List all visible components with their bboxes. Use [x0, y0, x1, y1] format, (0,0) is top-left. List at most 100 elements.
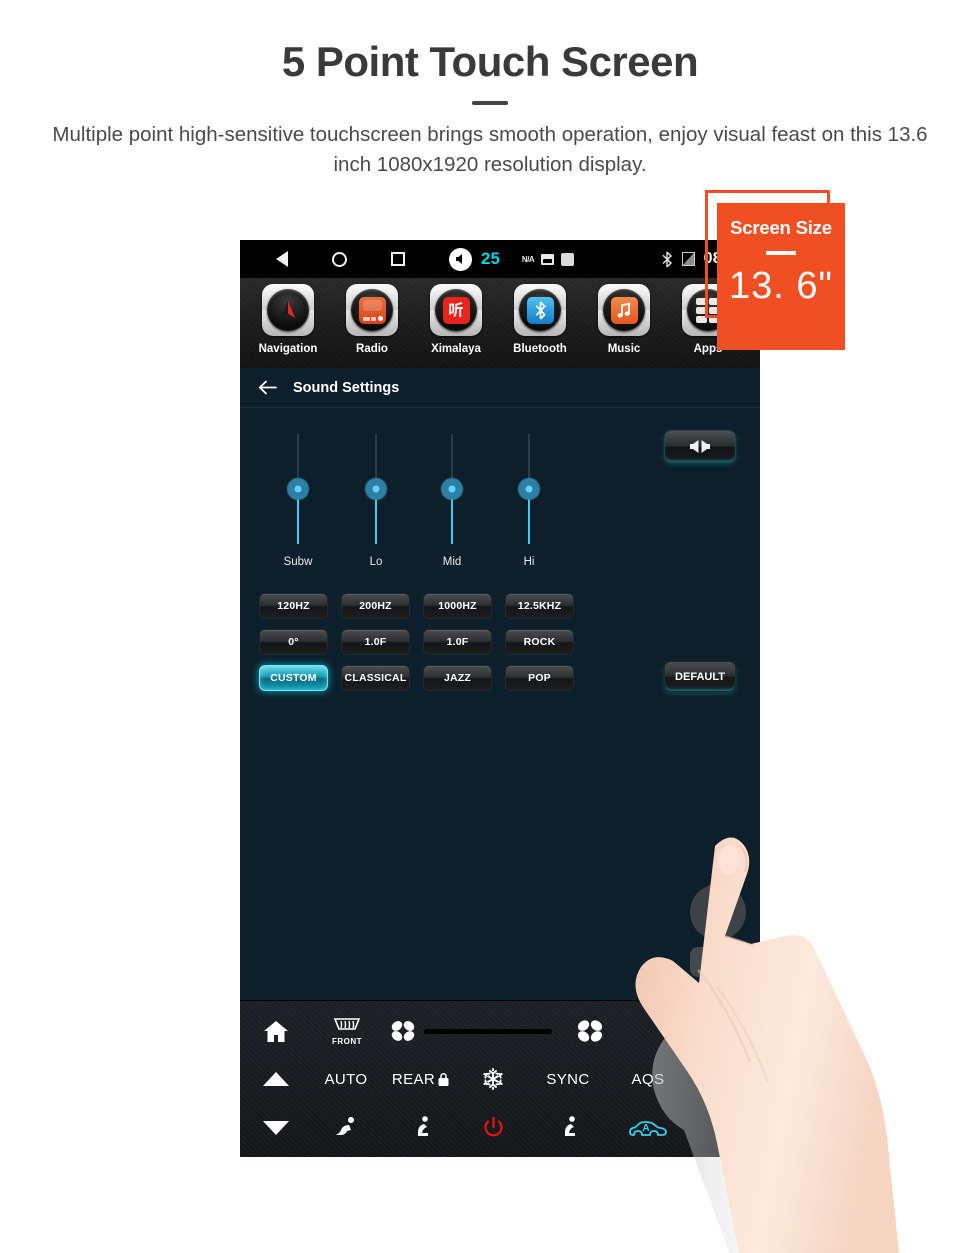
- home-circle-icon[interactable]: [332, 251, 347, 267]
- home-button[interactable]: [240, 1019, 312, 1044]
- airflow-feet-2-button[interactable]: [524, 1115, 612, 1141]
- fan-icon: [391, 1021, 415, 1041]
- radio-icon: [351, 289, 393, 331]
- dock-app-label: Ximalaya: [431, 343, 481, 355]
- preset-button-pop[interactable]: POP: [505, 665, 574, 691]
- front-defrost-label: FRONT: [331, 1037, 363, 1046]
- temp-down-button[interactable]: [240, 1121, 312, 1135]
- temp-up-button[interactable]: [240, 1072, 312, 1086]
- airflow-face-feet-button[interactable]: [312, 1115, 380, 1141]
- slider-label: Hi: [523, 556, 535, 568]
- dock-app-music[interactable]: Music: [582, 284, 666, 355]
- slider-label: Lo: [369, 556, 383, 568]
- preset-button-classical[interactable]: CLASSICAL: [341, 665, 410, 691]
- preset-button-rock[interactable]: ROCK: [505, 629, 574, 655]
- preset-button-200hz[interactable]: 200HZ: [341, 593, 410, 619]
- power-icon: [483, 1116, 503, 1136]
- preset-button-120hz[interactable]: 120HZ: [259, 593, 328, 619]
- volume-indicator[interactable]: 25: [449, 247, 500, 271]
- dock-app-bluetooth[interactable]: Bluetooth: [498, 284, 582, 355]
- sync-button[interactable]: SYNC: [524, 1071, 612, 1088]
- volume-value: 25: [481, 249, 500, 268]
- slider-rail[interactable]: [518, 434, 540, 544]
- slider-label: Mid: [442, 556, 462, 568]
- android-status-bar: 25 N/A 08:35: [240, 240, 760, 278]
- dock-app-ximalaya[interactable]: 听 Ximalaya: [414, 284, 498, 355]
- preset-button-12-5khz[interactable]: 12.5KHZ: [505, 593, 574, 619]
- preset-button-phase[interactable]: 0°: [259, 629, 328, 655]
- volume-speaker-icon: [449, 247, 472, 271]
- title-divider: [472, 101, 508, 105]
- front-defrost-button[interactable]: FRONT: [312, 1016, 382, 1046]
- ac-button[interactable]: [462, 1067, 524, 1091]
- airflow-feet-button[interactable]: [380, 1115, 462, 1141]
- slider-knob[interactable]: [365, 478, 387, 500]
- triangle-up-icon: [263, 1072, 289, 1086]
- signal-off-icon: [681, 252, 695, 266]
- music-note-icon: [603, 289, 645, 331]
- rear-defrost-button[interactable]: REAR: [380, 1071, 462, 1088]
- dock-app-label: Navigation: [258, 343, 318, 355]
- bluetooth-icon: [662, 251, 672, 267]
- app-tile: [262, 284, 314, 336]
- slider-knob[interactable]: [287, 478, 309, 500]
- preset-button-jazz[interactable]: JAZZ: [423, 665, 492, 691]
- slider-hi[interactable]: Hi: [509, 434, 549, 568]
- app-tile: [514, 284, 566, 336]
- slider-rail[interactable]: [287, 434, 309, 544]
- slider-subw[interactable]: Subw: [278, 434, 318, 568]
- fan-speed-bar[interactable]: [424, 1028, 552, 1034]
- screen-size-value: 13. 6": [728, 265, 833, 307]
- preset-button-lo-factor[interactable]: 1.0F: [341, 629, 410, 655]
- equalizer-sliders-area: Subw Lo Mid Hi: [240, 408, 760, 593]
- eq-preset-row: 0° 1.0F 1.0F ROCK: [240, 629, 760, 655]
- rear-label: REAR: [391, 1070, 436, 1088]
- slider-mid[interactable]: Mid: [432, 434, 472, 568]
- app-dock: Navigation Radio 听 Ximalaya Bluetooth Mu…: [240, 278, 760, 368]
- screen-title: Sound Settings: [293, 379, 400, 396]
- auto-button[interactable]: AUTO: [312, 1071, 380, 1088]
- navigation-bar-buttons: [276, 251, 405, 267]
- bluetooth-icon: [519, 289, 561, 331]
- sd-card-icon: [541, 253, 555, 265]
- sync-label: SYNC: [546, 1070, 590, 1088]
- airflow-feet-icon: [565, 1116, 575, 1136]
- preset-button-1000hz[interactable]: 1000HZ: [423, 593, 492, 619]
- balance-fader-icon: [690, 440, 710, 453]
- balance-fader-button[interactable]: [664, 430, 736, 463]
- ximalaya-icon: 听: [435, 289, 477, 331]
- slider-rail[interactable]: [365, 434, 387, 544]
- dock-app-radio[interactable]: Radio: [330, 284, 414, 355]
- status-misc-icons: N/A: [522, 252, 575, 266]
- sound-settings-header: Sound Settings: [240, 368, 760, 408]
- home-icon: [264, 1020, 288, 1042]
- auto-label: AUTO: [324, 1070, 368, 1088]
- recents-square-icon[interactable]: [391, 252, 405, 266]
- badge-divider: [766, 251, 796, 255]
- page-title: 5 Point Touch Screen: [281, 38, 699, 85]
- arrow-left-icon[interactable]: [258, 380, 277, 395]
- back-triangle-icon[interactable]: [276, 251, 288, 267]
- navigation-compass-icon: [267, 289, 309, 331]
- fan-increase-button[interactable]: [566, 1018, 614, 1044]
- hand-pointing-illustration: [635, 837, 899, 1253]
- power-button[interactable]: [462, 1116, 524, 1141]
- airflow-feet-icon: [418, 1116, 428, 1136]
- slider-label: Subw: [283, 556, 313, 568]
- fan-icon: [577, 1020, 603, 1042]
- snowflake-icon: [483, 1068, 503, 1090]
- page-root: 5 Point Touch Screen Multiple point high…: [0, 0, 980, 1253]
- slider-knob[interactable]: [441, 478, 463, 500]
- dock-app-navigation[interactable]: Navigation: [246, 284, 330, 355]
- fan-decrease-button[interactable]: [382, 1019, 424, 1043]
- default-button[interactable]: DEFAULT: [664, 661, 736, 692]
- airflow-face-feet-icon: [336, 1117, 354, 1135]
- preset-button-custom[interactable]: CUSTOM: [259, 665, 328, 691]
- preset-button-mid-factor[interactable]: 1.0F: [423, 629, 492, 655]
- slider-lo[interactable]: Lo: [356, 434, 396, 568]
- dock-app-label: Music: [607, 343, 641, 355]
- slider-rail[interactable]: [441, 434, 463, 544]
- app-square-icon: [561, 252, 575, 266]
- slider-knob[interactable]: [518, 478, 540, 500]
- app-tile: [346, 284, 398, 336]
